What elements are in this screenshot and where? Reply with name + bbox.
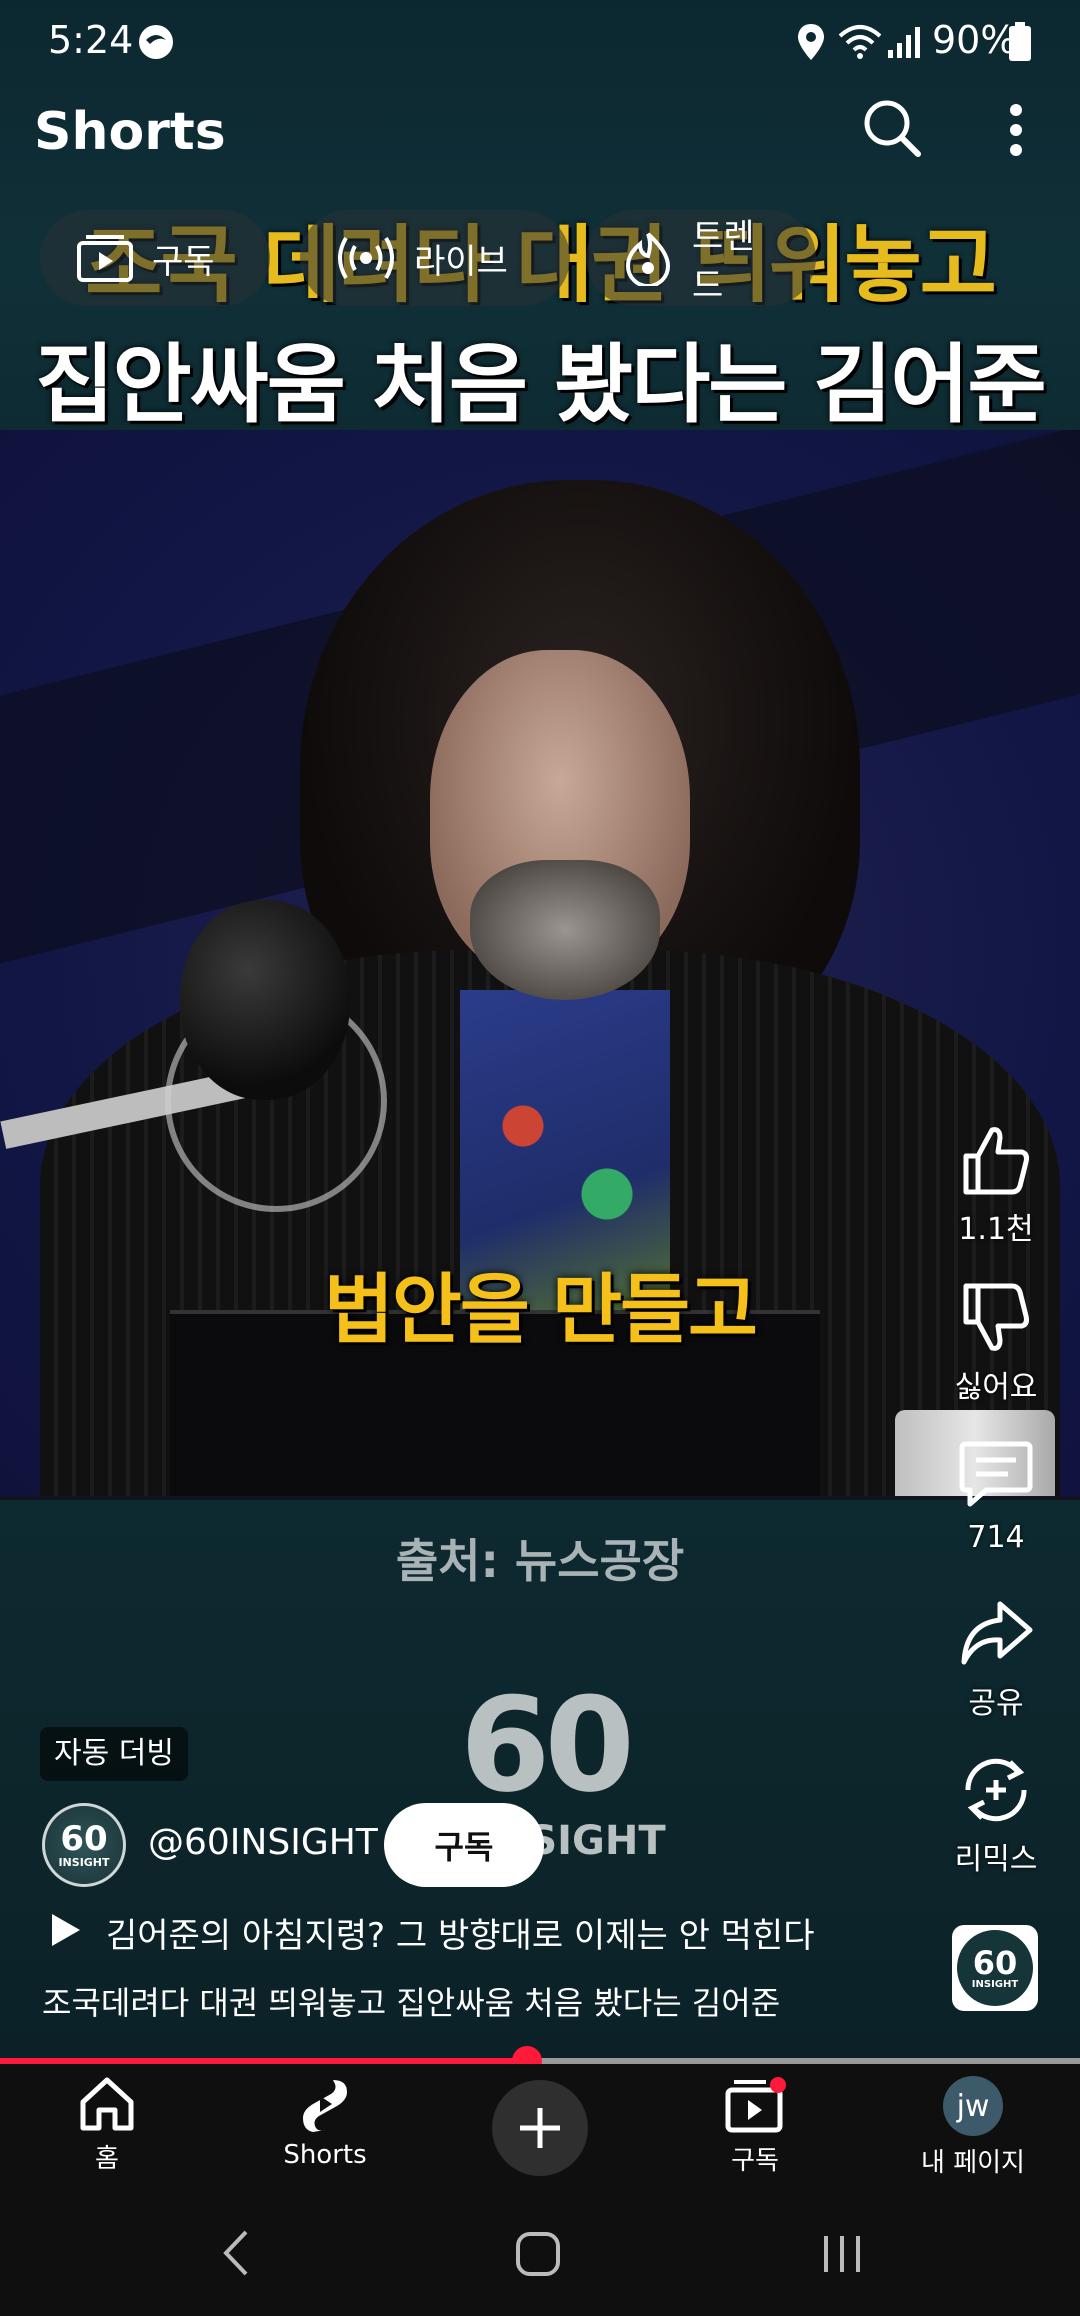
nav-my-page-label: 내 페이지 bbox=[921, 2148, 1025, 2178]
search-icon[interactable] bbox=[862, 98, 922, 158]
subscriptions-icon bbox=[77, 235, 133, 282]
sound-thumbnail[interactable]: 60 INSIGHT bbox=[952, 1925, 1038, 2011]
trending-icon bbox=[625, 232, 671, 286]
dislike-label: 싫어요 bbox=[954, 1370, 1038, 1405]
nav-home[interactable]: 홈 bbox=[22, 2076, 192, 2175]
video-title[interactable]: 김어준의 아침지령? 그 방향대로 이제는 안 먹힌다 bbox=[106, 1908, 815, 1957]
chip-subscriptions-label: 구독 bbox=[152, 241, 215, 282]
chip-live[interactable]: 라이브 bbox=[300, 210, 570, 306]
home-icon bbox=[80, 2077, 134, 2131]
avatar-number: 60 bbox=[60, 1818, 108, 1859]
status-time: 5:24 bbox=[48, 18, 134, 62]
nav-shorts-label: Shorts bbox=[283, 2140, 367, 2170]
notification-icon bbox=[139, 25, 173, 59]
share-icon[interactable] bbox=[956, 1592, 1036, 1672]
battery-percentage: 90% bbox=[932, 18, 1017, 62]
home-button-icon[interactable] bbox=[514, 2230, 562, 2278]
profile-avatar: jw bbox=[943, 2076, 1003, 2136]
play-icon bbox=[52, 1914, 80, 1946]
nav-home-label: 홈 bbox=[95, 2144, 119, 2174]
video-logo-number: 60 bbox=[460, 1669, 635, 1821]
chip-trending[interactable]: 트렌드 bbox=[586, 210, 816, 306]
nav-shorts[interactable]: Shorts bbox=[240, 2076, 410, 2170]
video-description[interactable]: 조국데려다 대권 띄워놓고 집안싸움 처음 봤다는 김어준 bbox=[42, 1978, 780, 2024]
video-caption: 법안을 만들고 bbox=[324, 1265, 758, 1354]
like-count: 1.1천 bbox=[958, 1212, 1034, 1247]
channel-handle[interactable]: @60INSIGHT bbox=[148, 1822, 378, 1863]
auto-dub-badge: 자동 더빙 bbox=[40, 1727, 188, 1781]
channel-avatar[interactable]: 60 INSIGHT bbox=[42, 1803, 126, 1887]
subscribe-button[interactable]: 구독 bbox=[384, 1803, 544, 1887]
wifi-icon bbox=[838, 25, 882, 59]
location-icon bbox=[798, 24, 824, 60]
avatar-word: INSIGHT bbox=[58, 1855, 110, 1869]
live-icon bbox=[338, 236, 394, 280]
plus-icon bbox=[520, 2108, 560, 2148]
recent-apps-icon[interactable] bbox=[818, 2230, 866, 2278]
sound-thumbnail-number: 60 bbox=[972, 1943, 1018, 1982]
nav-my-page[interactable]: jw 내 페이지 bbox=[888, 2076, 1058, 2179]
chip-subscriptions[interactable]: 구독 bbox=[40, 210, 270, 306]
subscriptions-nav-icon bbox=[725, 2077, 786, 2133]
overlay-title-line2: 집안싸움 처음 봤다는 김어준 bbox=[35, 335, 1046, 435]
shorts-icon bbox=[303, 2080, 347, 2132]
sound-thumbnail-word: INSIGHT bbox=[971, 1978, 1019, 1990]
back-icon[interactable] bbox=[218, 2228, 252, 2278]
nav-subscriptions[interactable]: 구독 bbox=[670, 2076, 840, 2177]
share-label: 공유 bbox=[968, 1686, 1024, 1721]
chip-trending-label: 트렌드 bbox=[692, 217, 755, 306]
remix-icon[interactable] bbox=[956, 1750, 1036, 1830]
dislike-icon[interactable] bbox=[956, 1278, 1036, 1358]
microphone bbox=[180, 900, 350, 1100]
signal-icon bbox=[888, 27, 920, 58]
page-title: Shorts bbox=[34, 102, 226, 162]
speaker-beard bbox=[470, 860, 660, 1000]
create-button[interactable] bbox=[492, 2080, 588, 2176]
more-options-icon[interactable] bbox=[1004, 102, 1028, 158]
comment-count: 714 bbox=[967, 1520, 1025, 1555]
chip-live-label: 라이브 bbox=[414, 241, 508, 282]
comment-icon[interactable] bbox=[956, 1434, 1036, 1514]
nav-subscriptions-label: 구독 bbox=[731, 2146, 779, 2176]
battery-icon bbox=[1009, 22, 1031, 61]
remix-label: 리믹스 bbox=[954, 1842, 1038, 1877]
like-icon[interactable] bbox=[956, 1120, 1036, 1200]
